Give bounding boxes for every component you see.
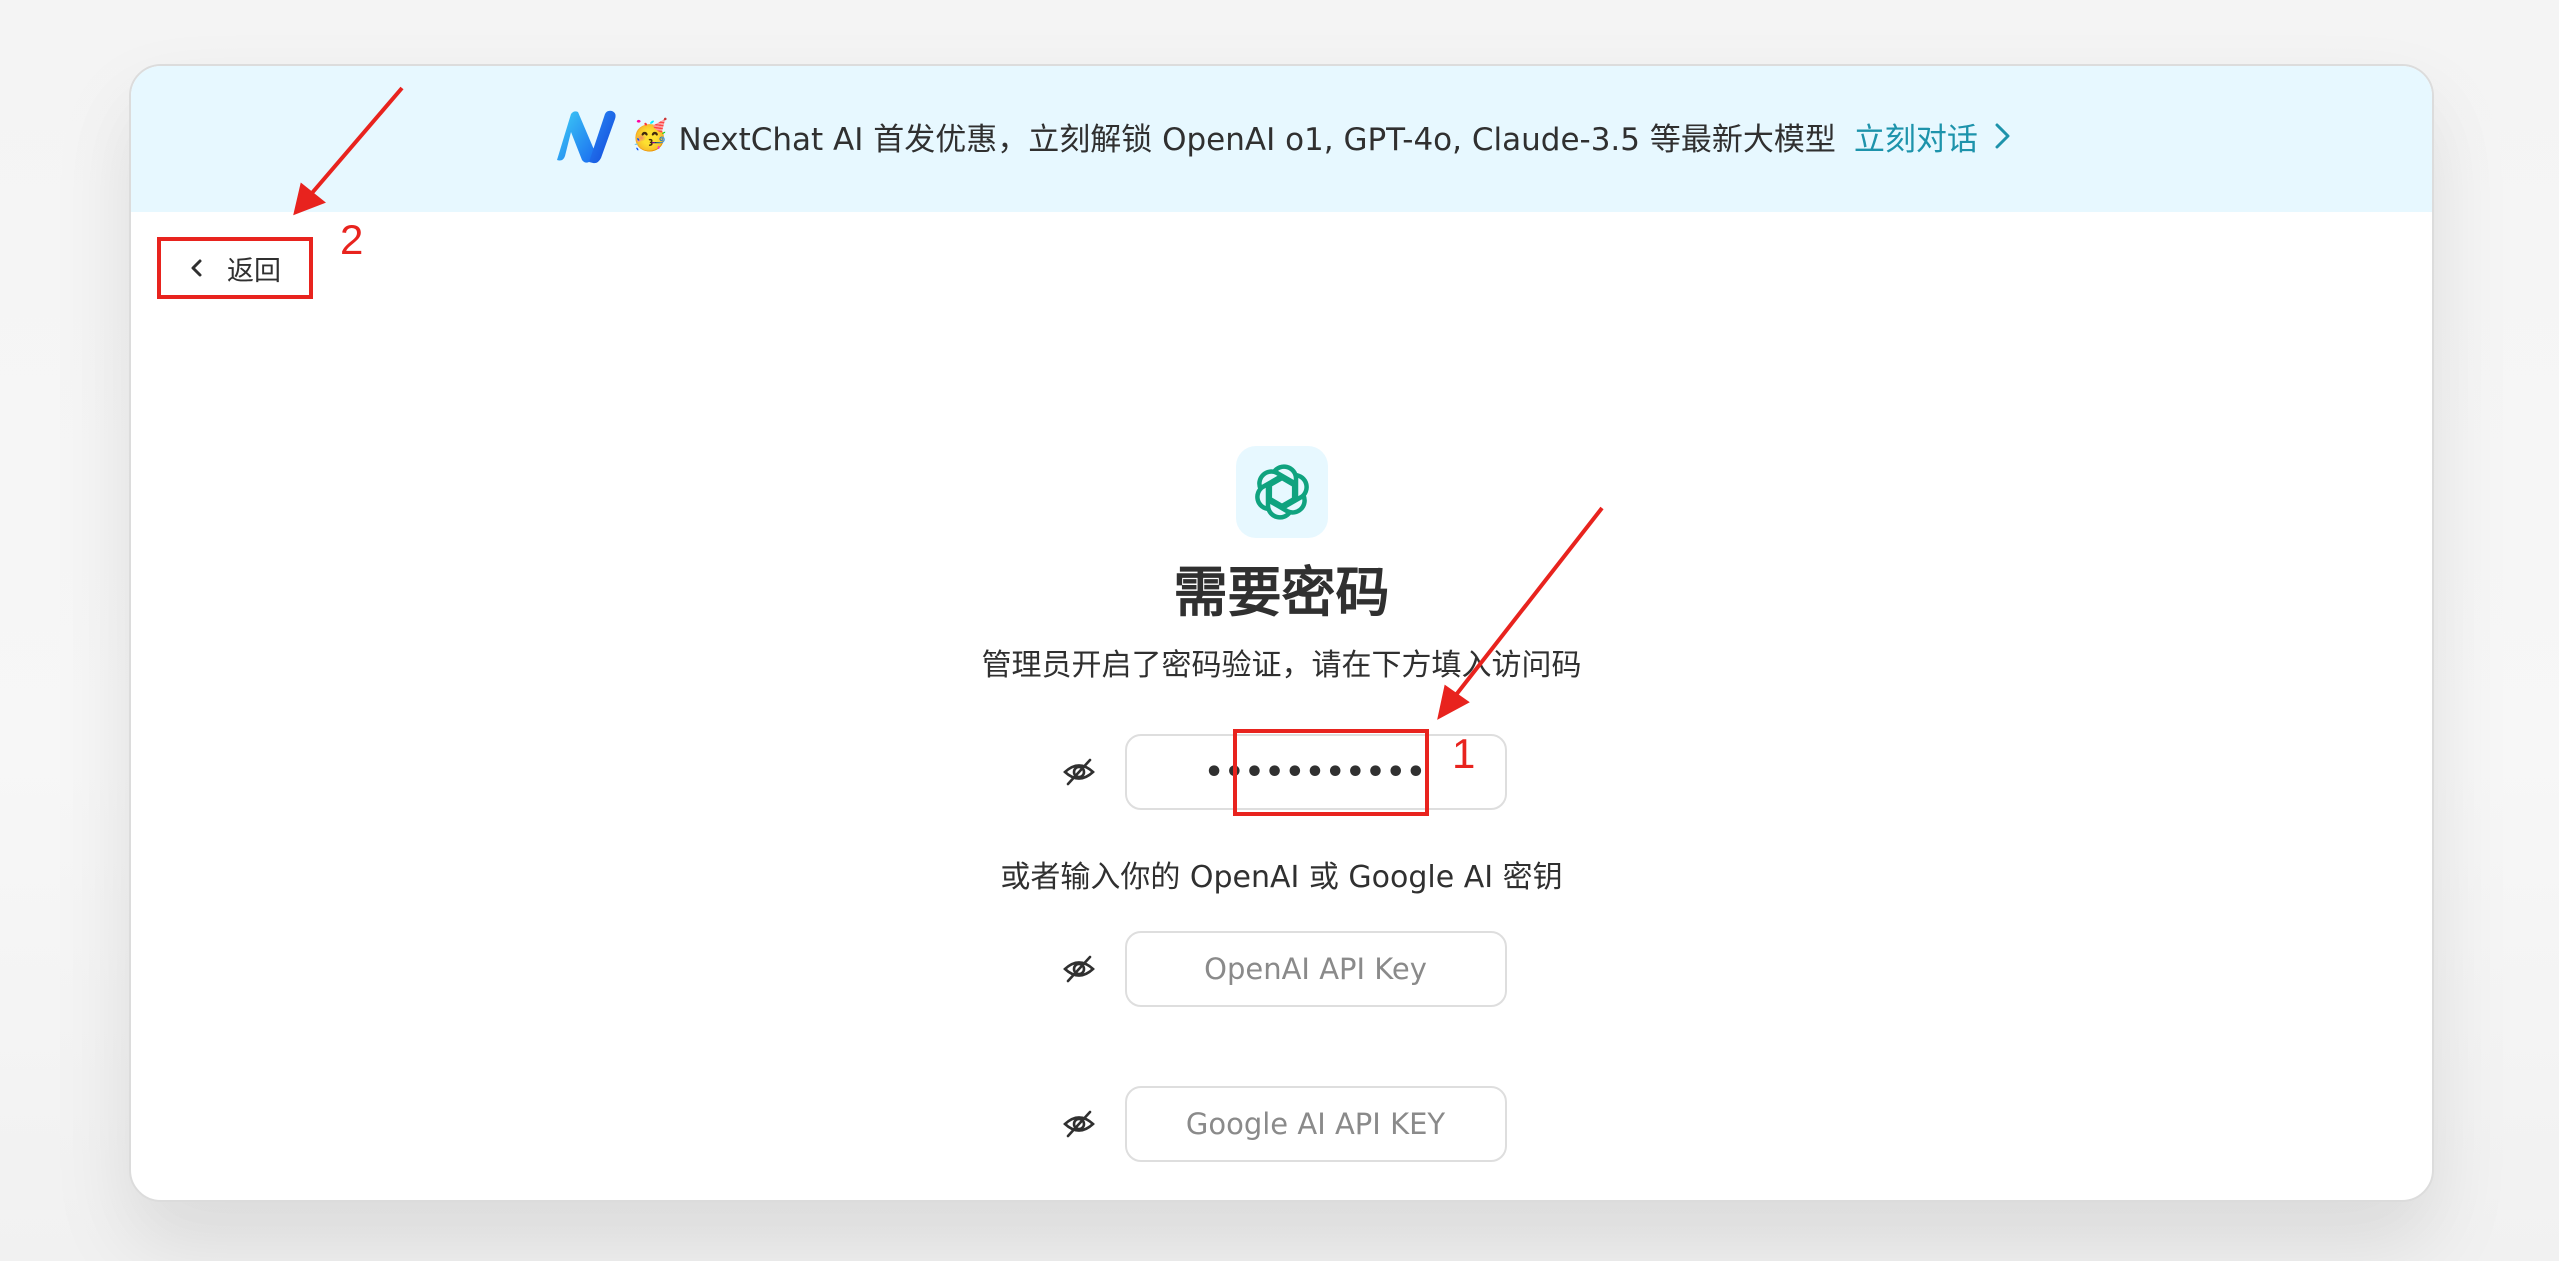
auth-title: 需要密码: [1173, 561, 1390, 624]
openai-api-key-input[interactable]: OpenAI API Key: [1124, 931, 1507, 1007]
annotation-number-1: 1: [1452, 730, 1476, 777]
party-face-icon: 🥳: [631, 118, 669, 153]
promo-banner: 🥳 NextChat AI 首发优惠，立刻解锁 OpenAI o1, GPT-4…: [131, 66, 2432, 212]
annotation-number-2: 2: [340, 216, 364, 263]
toggle-openai-key-visibility[interactable]: [1057, 947, 1101, 991]
eye-off-icon: [1062, 955, 1095, 983]
openai-knot-icon: [1254, 464, 1309, 520]
eye-off-icon: [1062, 1110, 1095, 1138]
annotation-box-access-code: [1233, 729, 1429, 816]
or-api-key-text: 或者输入你的 OpenAI 或 Google AI 密钥: [1000, 860, 1563, 895]
promo-text: NextChat AI 首发优惠，立刻解锁 OpenAI o1, GPT-4o,…: [678, 121, 1836, 158]
page: 🥳 NextChat AI 首发优惠，立刻解锁 OpenAI o1, GPT-4…: [0, 0, 2559, 1261]
promo-banner-content: 🥳 NextChat AI 首发优惠，立刻解锁 OpenAI o1, GPT-4…: [131, 106, 2432, 166]
toggle-access-code-visibility[interactable]: [1057, 750, 1101, 794]
chat-now-link[interactable]: 立刻对话: [1854, 114, 2014, 159]
openai-api-key-placeholder: OpenAI API Key: [1204, 952, 1427, 986]
app-window: 🥳 NextChat AI 首发优惠，立刻解锁 OpenAI o1, GPT-4…: [129, 64, 2434, 1202]
google-ai-api-key-input[interactable]: Google AI API KEY: [1124, 1086, 1507, 1162]
google-ai-api-key-placeholder: Google AI API KEY: [1185, 1107, 1446, 1141]
annotation-box-back: [157, 237, 313, 299]
auth-panel: 需要密码 管理员开启了密码验证，请在下方填入访问码: [131, 446, 2432, 688]
toggle-google-key-visibility[interactable]: [1057, 1102, 1101, 1146]
auth-subtitle: 管理员开启了密码验证，请在下方填入访问码: [981, 648, 1582, 683]
openai-logo-icon: [1235, 446, 1328, 538]
eye-off-icon: [1062, 758, 1095, 786]
chevron-right-icon: [1995, 123, 2010, 149]
chat-now-label: 立刻对话: [1853, 121, 1978, 158]
nextchat-logo-icon: [557, 110, 616, 164]
openai-key-row: OpenAI API Key: [131, 931, 2432, 1007]
google-key-row: Google AI API KEY: [131, 1086, 2432, 1162]
